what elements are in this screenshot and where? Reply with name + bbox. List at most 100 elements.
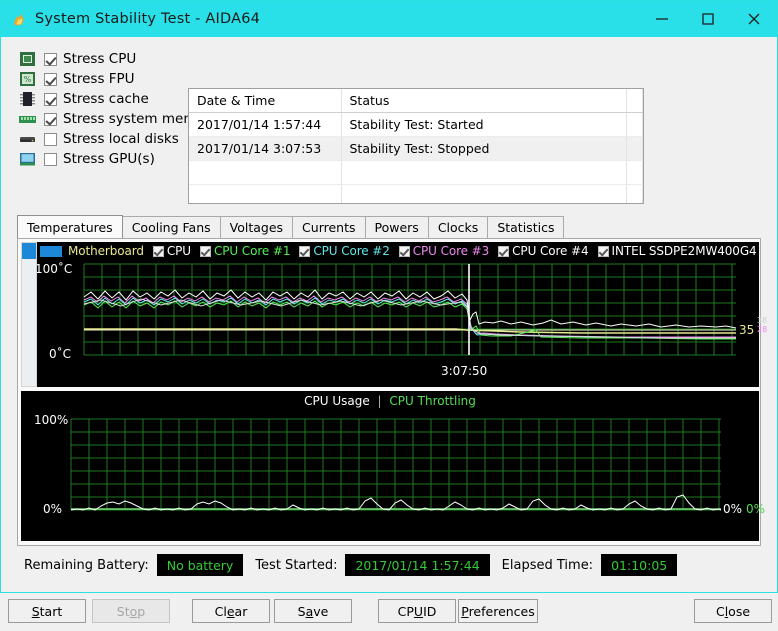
flame-icon [11,11,27,27]
stress-option-checkbox[interactable] [44,112,57,126]
stress-option-checkbox[interactable] [44,72,57,86]
cpu-title-separator: | [377,394,382,408]
cell-status [341,160,627,185]
stress-option-label: Stress GPU(s) [63,151,155,167]
column-header-datetime[interactable]: Date & Time [189,89,342,113]
temperature-legend: Motherboard CPU CPU Core #1 CPU Core #2 CPU … [40,243,760,259]
tab-strip: Temperatures Cooling Fans Voltages Currents… [17,215,761,238]
maximize-button[interactable] [685,1,731,37]
legend-checkbox[interactable] [152,245,164,257]
tab-currents[interactable]: Currents [292,216,366,238]
cpu-graph-title: CPU Usage | CPU Throttling [21,394,759,408]
temp-marker-time: 3:07:50 [441,364,488,378]
cell-datetime: 2017/01/14 3:07:53 [189,136,342,161]
legend-checkbox[interactable] [299,245,311,257]
stress-option-checkbox[interactable] [44,52,57,66]
cpu-usage-title: CPU Usage [304,394,370,408]
legend-label: Motherboard [68,244,144,258]
stress-option-row[interactable]: Stress system memory [19,109,218,129]
stress-option-label: Stress CPU [63,51,137,67]
minimize-icon [656,18,668,20]
clear-button[interactable]: Clear [192,599,270,623]
hard-disk-icon [19,131,36,147]
start-button[interactable]: Start [8,599,86,623]
cpu-chip-icon [19,51,36,67]
cell-spacer [626,136,643,161]
cell-datetime [189,160,342,185]
stress-option-row[interactable]: Stress GPU(s) [19,149,209,169]
legend-scrollbar-thumb[interactable] [22,243,36,259]
legend-label: CPU [166,244,191,258]
legend-scrollbar[interactable] [21,242,37,387]
legend-checkbox[interactable] [398,245,410,257]
table-header-row: Date & Time Status [189,89,643,113]
stress-option-label: Stress FPU [63,71,135,87]
preferences-button[interactable]: Preferences [458,599,538,623]
button-label: Save [297,603,329,619]
table-row[interactable] [189,160,643,185]
column-header-status[interactable]: Status [341,89,627,113]
table-row[interactable]: 2017/01/14 3:07:53 Stability Test: Stoppe… [189,136,643,161]
tab-label: Temperatures [27,219,113,235]
stop-button: Stop [92,599,170,623]
stress-option-checkbox[interactable] [44,132,57,146]
legend-item[interactable]: CPU Core #4 [498,244,589,258]
legend-item[interactable]: INTEL SSDPE2MW400G4 [597,244,757,258]
legend-checkbox[interactable] [597,245,609,257]
temp-current-value: 35 [739,323,755,337]
cache-chip-icon [19,91,36,107]
cpuid-button[interactable]: CPUID [378,599,456,623]
cpu-current-usage: 0% [723,502,743,516]
status-grid[interactable]: Date & Time Status 2017/01/14 1:57:44 Sta… [188,88,644,204]
legend-label: CPU Core #2 [313,244,390,258]
legend-checkbox[interactable] [498,245,510,257]
tab-statistics[interactable]: Statistics [487,216,565,238]
test-started-label: Test Started: [255,557,338,573]
tab-powers[interactable]: Powers [364,216,429,238]
stress-option-checkbox[interactable] [44,92,57,106]
legend-item[interactable]: CPU Core #1 [199,244,291,258]
cell-status: Stability Test: Stopped [341,136,627,161]
legend-item[interactable]: Motherboard [40,244,144,258]
temp-y-min-label: 0˚C [49,347,72,361]
stress-option-checkbox[interactable] [44,152,57,166]
table-row[interactable]: 2017/01/14 1:57:44 Stability Test: Starte… [189,112,643,137]
battery-value: No battery [156,554,244,576]
button-label: Preferences [461,603,535,619]
temp-y-max-label: 100˚C [35,262,73,276]
tab-label: Voltages [229,220,284,235]
stress-option-row[interactable]: % Stress FPU [19,69,209,89]
cpu-throttling-title: CPU Throttling [389,394,476,408]
tab-temperatures[interactable]: Temperatures [17,215,123,238]
tab-cooling-fans[interactable]: Cooling Fans [121,216,221,238]
tab-label: Cooling Fans [131,220,211,235]
save-button[interactable]: Save [274,599,352,623]
close-button[interactable]: Close [694,599,772,623]
stress-option-row[interactable]: Stress cache [19,89,209,109]
legend-label: CPU Core #1 [213,244,291,258]
legend-item[interactable]: CPU [152,244,191,258]
system-stability-test-window: System Stability Test - AIDA64 Stress CP… [0,0,778,623]
table-row[interactable] [189,184,643,203]
cpu-y-max-label: 100% [34,413,69,427]
cpu-y-min-label: 0% [43,502,63,516]
client-area: Stress CPU% Stress FPU Stress cache Stress … [2,37,776,623]
temperatures-chart[interactable]: 100˚C 0˚C 3:07:50 35 38 28 [21,242,767,387]
minimize-button[interactable] [639,1,685,37]
cell-spacer [626,112,643,137]
legend-item[interactable]: CPU Core #3 [398,244,489,258]
legend-item[interactable]: CPU Core #2 [299,244,390,258]
legend-checkbox[interactable] [199,245,211,257]
cpu-usage-chart[interactable]: CPU Usage | CPU Throttling 100% 0% 0% 0% [21,391,765,541]
battery-label: Remaining Battery: [24,557,149,573]
window-title: System Stability Test - AIDA64 [35,11,261,27]
cpu-current-throttling: 0% [746,502,766,516]
legend-color-swatch [40,245,62,257]
tab-clocks[interactable]: Clocks [427,216,489,238]
close-button[interactable] [731,1,777,37]
tab-voltages[interactable]: Voltages [219,216,294,238]
close-icon [748,13,760,25]
title-bar: System Stability Test - AIDA64 [1,1,777,37]
stress-option-row[interactable]: Stress local disks [19,129,209,149]
stress-option-row[interactable]: Stress CPU [19,49,209,69]
